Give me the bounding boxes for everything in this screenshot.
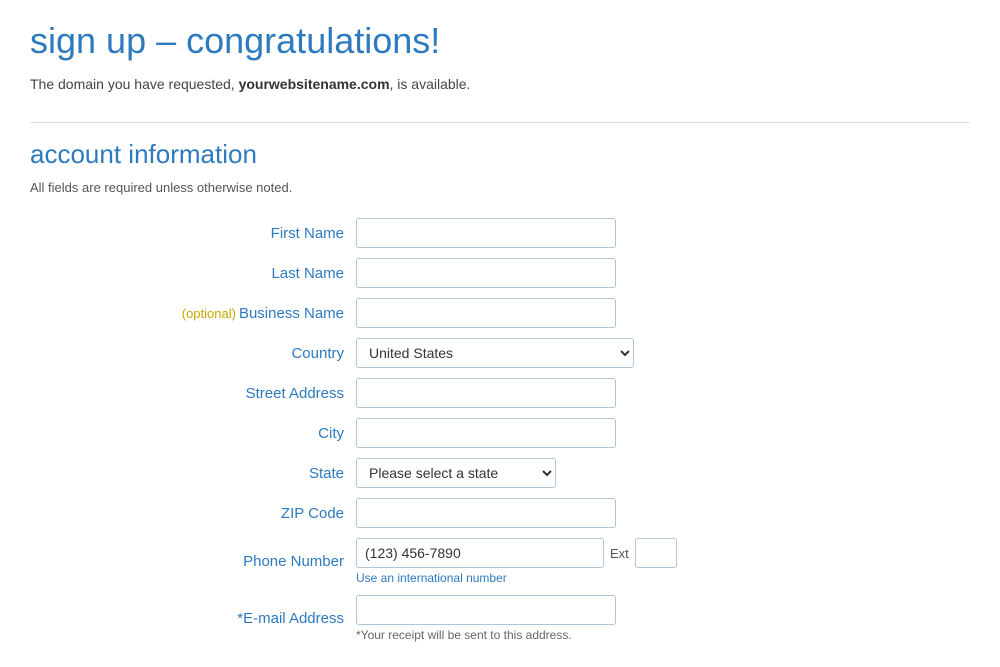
phone-label: Phone Number	[30, 533, 350, 590]
domain-message-suffix: , is available.	[390, 76, 471, 92]
last-name-cell	[350, 253, 970, 293]
email-label: *E-mail Address	[30, 590, 350, 647]
domain-message-prefix: The domain you have requested,	[30, 76, 239, 92]
receipt-note: *Your receipt will be sent to this addre…	[356, 628, 964, 642]
phone-cell: Ext Use an international number	[350, 533, 970, 590]
country-row: Country United States Canada United King…	[30, 333, 970, 373]
ext-input[interactable]	[635, 538, 677, 568]
city-label: City	[30, 413, 350, 453]
business-name-row: (optional)Business Name	[30, 293, 970, 333]
state-cell: Please select a state Alabama Alaska Ari…	[350, 453, 970, 493]
city-row: City	[30, 413, 970, 453]
international-number-link[interactable]: Use an international number	[356, 571, 964, 585]
business-name-label: (optional)Business Name	[30, 293, 350, 333]
phone-input[interactable]	[356, 538, 604, 568]
domain-message: The domain you have requested, yourwebsi…	[30, 76, 970, 92]
zip-label: ZIP Code	[30, 493, 350, 533]
email-input[interactable]	[356, 595, 616, 625]
section-title: account information	[30, 139, 970, 170]
street-address-cell	[350, 373, 970, 413]
first-name-input[interactable]	[356, 218, 616, 248]
state-row: State Please select a state Alabama Alas…	[30, 453, 970, 493]
first-name-cell	[350, 213, 970, 253]
street-address-input[interactable]	[356, 378, 616, 408]
optional-label: (optional)	[182, 306, 236, 321]
account-form: First Name Last Name (optional)Business …	[30, 213, 970, 647]
email-row: *E-mail Address *Your receipt will be se…	[30, 590, 970, 647]
city-cell	[350, 413, 970, 453]
business-name-cell	[350, 293, 970, 333]
phone-row: Phone Number Ext Use an international nu…	[30, 533, 970, 590]
state-label: State	[30, 453, 350, 493]
page-title: sign up – congratulations!	[30, 20, 970, 62]
street-address-label: Street Address	[30, 373, 350, 413]
last-name-input[interactable]	[356, 258, 616, 288]
email-cell: *Your receipt will be sent to this addre…	[350, 590, 970, 647]
first-name-label: First Name	[30, 213, 350, 253]
phone-input-group: Ext	[356, 538, 964, 568]
ext-label: Ext	[610, 546, 629, 561]
zip-input[interactable]	[356, 498, 616, 528]
domain-name: yourwebsitename.com	[239, 76, 390, 92]
business-name-input[interactable]	[356, 298, 616, 328]
zip-row: ZIP Code	[30, 493, 970, 533]
business-name-label-text: Business Name	[239, 305, 344, 322]
first-name-row: First Name	[30, 213, 970, 253]
country-select[interactable]: United States Canada United Kingdom Aust…	[356, 338, 634, 368]
last-name-label: Last Name	[30, 253, 350, 293]
street-address-row: Street Address	[30, 373, 970, 413]
required-note: All fields are required unless otherwise…	[30, 180, 970, 195]
section-divider	[30, 122, 970, 123]
country-cell: United States Canada United Kingdom Aust…	[350, 333, 970, 373]
country-label: Country	[30, 333, 350, 373]
zip-cell	[350, 493, 970, 533]
city-input[interactable]	[356, 418, 616, 448]
state-select[interactable]: Please select a state Alabama Alaska Ari…	[356, 458, 556, 488]
last-name-row: Last Name	[30, 253, 970, 293]
